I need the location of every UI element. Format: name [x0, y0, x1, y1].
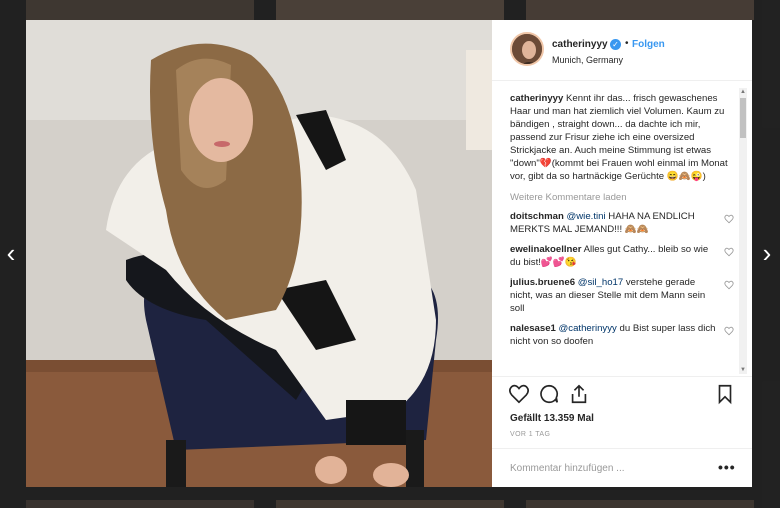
comment-icon[interactable]: [538, 383, 560, 405]
caption-text: Kennt ihr das... frisch gewaschenes Haar…: [510, 93, 728, 182]
add-comment-bar: •••: [492, 448, 752, 487]
comment-input[interactable]: [510, 459, 700, 477]
comment-item: julius.bruene6 @sil_ho17 verstehe gerade…: [510, 276, 734, 315]
follow-button[interactable]: Folgen: [632, 39, 665, 50]
username-link[interactable]: catherinyyy: [552, 39, 608, 50]
comment-mention[interactable]: @wie.tini: [567, 211, 606, 222]
comment-username[interactable]: doitschman: [510, 211, 564, 222]
comment-like-heart-icon[interactable]: [724, 326, 734, 336]
comment-like-heart-icon[interactable]: [724, 247, 734, 257]
comments-scrollbar[interactable]: ▲ ▼: [739, 88, 747, 374]
post-modal: catherinyyy ✓ • Folgen Munich, Germany c…: [26, 20, 752, 487]
comment-mention[interactable]: @catherinyyy: [559, 323, 617, 334]
next-post-arrow[interactable]: ›: [756, 238, 778, 268]
likes-count[interactable]: Gefällt 13.359 Mal: [510, 413, 594, 424]
comment-item: doitschman @wie.tini HAHA NA ENDLICH MER…: [510, 210, 734, 236]
comment-username[interactable]: ewelinakoellner: [510, 244, 581, 255]
location-link[interactable]: Munich, Germany: [552, 55, 623, 65]
bookmark-icon[interactable]: [714, 383, 736, 405]
post-image: [26, 20, 492, 487]
post-header: catherinyyy ✓ • Folgen Munich, Germany: [492, 20, 752, 81]
comment-like-heart-icon[interactable]: [724, 214, 734, 224]
post-side-panel: catherinyyy ✓ • Folgen Munich, Germany c…: [492, 20, 752, 487]
scrollbar-thumb[interactable]: [740, 98, 746, 138]
caption: catherinyyy Kennt ihr das... frisch gewa…: [510, 92, 734, 183]
heart-icon[interactable]: [508, 383, 530, 405]
post-timestamp[interactable]: VOR 1 TAG: [510, 431, 550, 438]
post-photo[interactable]: [26, 20, 492, 487]
scroll-down-arrow[interactable]: ▼: [739, 366, 747, 374]
comment-username[interactable]: nalesase1: [510, 323, 556, 334]
previous-post-arrow[interactable]: ‹: [0, 238, 22, 268]
verified-badge-icon: ✓: [610, 39, 621, 50]
share-icon[interactable]: [568, 383, 590, 405]
comments-list[interactable]: catherinyyy Kennt ihr das... frisch gewa…: [510, 92, 734, 374]
avatar[interactable]: [510, 32, 544, 66]
more-options-button[interactable]: •••: [718, 459, 736, 475]
comment-mention[interactable]: @sil_ho17: [578, 277, 623, 288]
comment-username[interactable]: julius.bruene6: [510, 277, 575, 288]
comment-item: ewelinakoellner Alles gut Cathy... bleib…: [510, 243, 734, 269]
post-actions: Gefällt 13.359 Mal VOR 1 TAG: [492, 376, 752, 438]
load-more-comments-button[interactable]: Weitere Kommentare laden: [510, 191, 734, 204]
avatar-image: [512, 34, 542, 64]
caption-username[interactable]: catherinyyy: [510, 93, 563, 104]
comment-item: nalesase1 @catherinyyy du Bist super las…: [510, 322, 734, 348]
scroll-up-arrow[interactable]: ▲: [739, 88, 747, 96]
comment-like-heart-icon[interactable]: [724, 280, 734, 290]
separator-dot: •: [625, 38, 629, 49]
